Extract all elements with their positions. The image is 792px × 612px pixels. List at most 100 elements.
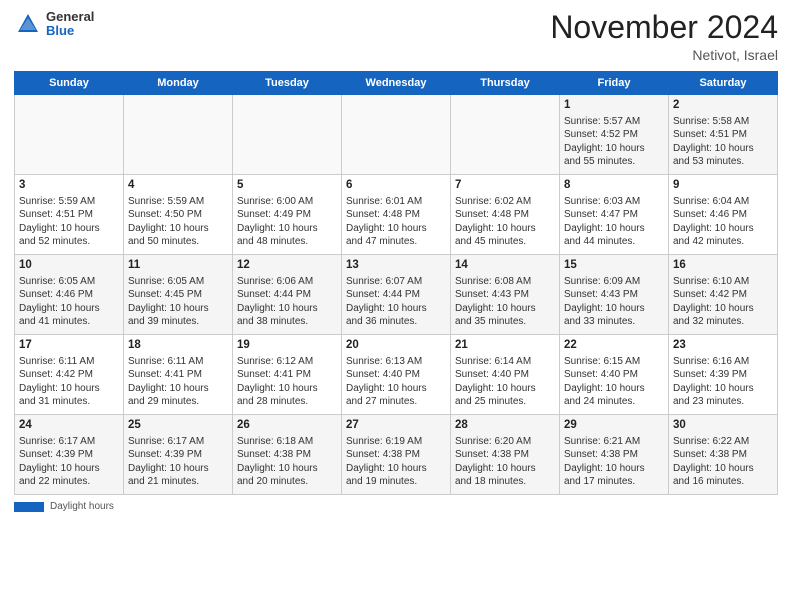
day-cell: 16Sunrise: 6:10 AMSunset: 4:42 PMDayligh… [669, 255, 778, 335]
logo: General Blue [14, 10, 94, 39]
header-row: SundayMondayTuesdayWednesdayThursdayFrid… [15, 72, 778, 95]
day-number: 8 [564, 178, 664, 194]
day-number: 10 [19, 258, 119, 274]
daylight-bar [14, 502, 44, 512]
header-cell-monday: Monday [124, 72, 233, 95]
day-info: Sunrise: 5:57 AMSunset: 4:52 PMDaylight:… [564, 115, 664, 169]
day-number: 26 [237, 418, 337, 434]
day-number: 15 [564, 258, 664, 274]
day-cell: 12Sunrise: 6:06 AMSunset: 4:44 PMDayligh… [233, 255, 342, 335]
day-info: Sunrise: 6:17 AMSunset: 4:39 PMDaylight:… [128, 435, 228, 489]
day-info: Sunrise: 6:00 AMSunset: 4:49 PMDaylight:… [237, 195, 337, 249]
header-cell-friday: Friday [560, 72, 669, 95]
header: General Blue November 2024 Netivot, Isra… [14, 10, 778, 63]
header-cell-wednesday: Wednesday [342, 72, 451, 95]
day-number: 7 [455, 178, 555, 194]
day-cell: 29Sunrise: 6:21 AMSunset: 4:38 PMDayligh… [560, 415, 669, 495]
day-number: 12 [237, 258, 337, 274]
day-cell: 10Sunrise: 6:05 AMSunset: 4:46 PMDayligh… [15, 255, 124, 335]
day-number: 29 [564, 418, 664, 434]
day-number: 11 [128, 258, 228, 274]
header-cell-sunday: Sunday [15, 72, 124, 95]
day-cell: 4Sunrise: 5:59 AMSunset: 4:50 PMDaylight… [124, 175, 233, 255]
day-info: Sunrise: 6:18 AMSunset: 4:38 PMDaylight:… [237, 435, 337, 489]
day-cell: 5Sunrise: 6:00 AMSunset: 4:49 PMDaylight… [233, 175, 342, 255]
day-cell: 7Sunrise: 6:02 AMSunset: 4:48 PMDaylight… [451, 175, 560, 255]
day-info: Sunrise: 6:04 AMSunset: 4:46 PMDaylight:… [673, 195, 773, 249]
day-number: 18 [128, 338, 228, 354]
day-cell: 6Sunrise: 6:01 AMSunset: 4:48 PMDaylight… [342, 175, 451, 255]
day-info: Sunrise: 6:20 AMSunset: 4:38 PMDaylight:… [455, 435, 555, 489]
day-number: 25 [128, 418, 228, 434]
day-number: 2 [673, 98, 773, 114]
day-info: Sunrise: 6:11 AMSunset: 4:41 PMDaylight:… [128, 355, 228, 409]
day-number: 17 [19, 338, 119, 354]
day-cell [342, 95, 451, 175]
day-info: Sunrise: 5:59 AMSunset: 4:51 PMDaylight:… [19, 195, 119, 249]
day-number: 14 [455, 258, 555, 274]
day-info: Sunrise: 6:01 AMSunset: 4:48 PMDaylight:… [346, 195, 446, 249]
day-cell: 13Sunrise: 6:07 AMSunset: 4:44 PMDayligh… [342, 255, 451, 335]
day-info: Sunrise: 6:10 AMSunset: 4:42 PMDaylight:… [673, 275, 773, 329]
day-number: 19 [237, 338, 337, 354]
calendar-header: SundayMondayTuesdayWednesdayThursdayFrid… [15, 72, 778, 95]
logo-general: General [46, 10, 94, 24]
day-cell: 1Sunrise: 5:57 AMSunset: 4:52 PMDaylight… [560, 95, 669, 175]
day-cell: 23Sunrise: 6:16 AMSunset: 4:39 PMDayligh… [669, 335, 778, 415]
day-cell: 18Sunrise: 6:11 AMSunset: 4:41 PMDayligh… [124, 335, 233, 415]
header-cell-saturday: Saturday [669, 72, 778, 95]
day-number: 4 [128, 178, 228, 194]
month-title: November 2024 [550, 10, 778, 45]
day-number: 30 [673, 418, 773, 434]
day-info: Sunrise: 5:58 AMSunset: 4:51 PMDaylight:… [673, 115, 773, 169]
day-cell: 9Sunrise: 6:04 AMSunset: 4:46 PMDaylight… [669, 175, 778, 255]
week-row-3: 10Sunrise: 6:05 AMSunset: 4:46 PMDayligh… [15, 255, 778, 335]
day-number: 3 [19, 178, 119, 194]
day-cell: 27Sunrise: 6:19 AMSunset: 4:38 PMDayligh… [342, 415, 451, 495]
week-row-1: 1Sunrise: 5:57 AMSunset: 4:52 PMDaylight… [15, 95, 778, 175]
day-cell: 14Sunrise: 6:08 AMSunset: 4:43 PMDayligh… [451, 255, 560, 335]
day-number: 5 [237, 178, 337, 194]
calendar: SundayMondayTuesdayWednesdayThursdayFrid… [14, 71, 778, 495]
day-number: 22 [564, 338, 664, 354]
day-info: Sunrise: 6:22 AMSunset: 4:38 PMDaylight:… [673, 435, 773, 489]
day-cell: 2Sunrise: 5:58 AMSunset: 4:51 PMDaylight… [669, 95, 778, 175]
calendar-body: 1Sunrise: 5:57 AMSunset: 4:52 PMDaylight… [15, 95, 778, 495]
day-cell [15, 95, 124, 175]
day-cell: 20Sunrise: 6:13 AMSunset: 4:40 PMDayligh… [342, 335, 451, 415]
day-info: Sunrise: 6:03 AMSunset: 4:47 PMDaylight:… [564, 195, 664, 249]
day-info: Sunrise: 6:15 AMSunset: 4:40 PMDaylight:… [564, 355, 664, 409]
page: General Blue November 2024 Netivot, Isra… [0, 0, 792, 612]
day-cell: 26Sunrise: 6:18 AMSunset: 4:38 PMDayligh… [233, 415, 342, 495]
day-number: 16 [673, 258, 773, 274]
header-cell-thursday: Thursday [451, 72, 560, 95]
day-info: Sunrise: 6:16 AMSunset: 4:39 PMDaylight:… [673, 355, 773, 409]
day-info: Sunrise: 6:05 AMSunset: 4:46 PMDaylight:… [19, 275, 119, 329]
header-cell-tuesday: Tuesday [233, 72, 342, 95]
day-number: 1 [564, 98, 664, 114]
day-info: Sunrise: 6:17 AMSunset: 4:39 PMDaylight:… [19, 435, 119, 489]
location: Netivot, Israel [550, 47, 778, 63]
logo-text: General Blue [46, 10, 94, 39]
day-cell: 8Sunrise: 6:03 AMSunset: 4:47 PMDaylight… [560, 175, 669, 255]
day-cell: 17Sunrise: 6:11 AMSunset: 4:42 PMDayligh… [15, 335, 124, 415]
title-block: November 2024 Netivot, Israel [550, 10, 778, 63]
day-cell: 19Sunrise: 6:12 AMSunset: 4:41 PMDayligh… [233, 335, 342, 415]
footer: Daylight hours [14, 501, 778, 512]
day-cell [451, 95, 560, 175]
day-cell: 22Sunrise: 6:15 AMSunset: 4:40 PMDayligh… [560, 335, 669, 415]
day-number: 28 [455, 418, 555, 434]
day-number: 24 [19, 418, 119, 434]
day-number: 9 [673, 178, 773, 194]
day-info: Sunrise: 6:08 AMSunset: 4:43 PMDaylight:… [455, 275, 555, 329]
day-cell: 15Sunrise: 6:09 AMSunset: 4:43 PMDayligh… [560, 255, 669, 335]
day-info: Sunrise: 6:11 AMSunset: 4:42 PMDaylight:… [19, 355, 119, 409]
day-info: Sunrise: 6:21 AMSunset: 4:38 PMDaylight:… [564, 435, 664, 489]
day-cell: 25Sunrise: 6:17 AMSunset: 4:39 PMDayligh… [124, 415, 233, 495]
day-info: Sunrise: 6:05 AMSunset: 4:45 PMDaylight:… [128, 275, 228, 329]
day-number: 6 [346, 178, 446, 194]
day-cell [233, 95, 342, 175]
day-number: 27 [346, 418, 446, 434]
day-number: 21 [455, 338, 555, 354]
day-cell: 28Sunrise: 6:20 AMSunset: 4:38 PMDayligh… [451, 415, 560, 495]
